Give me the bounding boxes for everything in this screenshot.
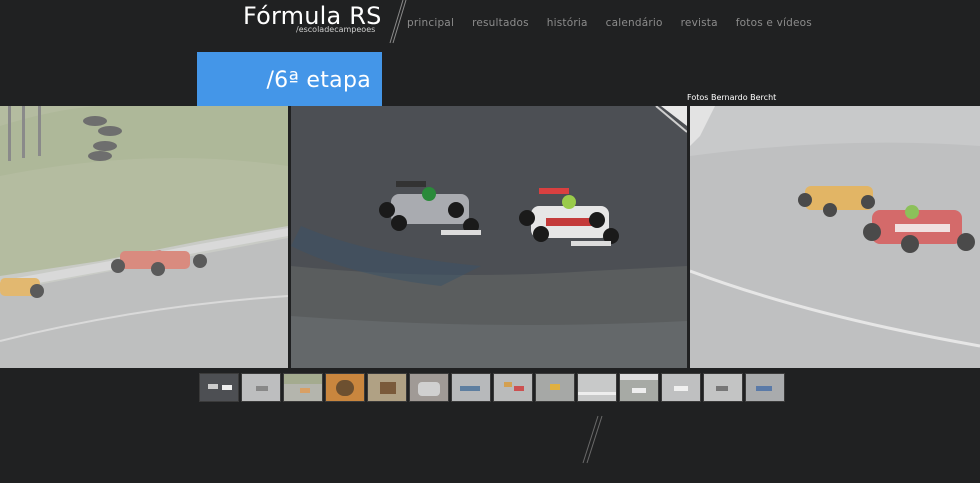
thumbnail[interactable] — [325, 373, 365, 402]
prev-yellow-car — [0, 278, 44, 298]
gallery-next-slide[interactable] — [690, 106, 980, 368]
footer-divider — [582, 415, 603, 464]
thumbnail[interactable] — [451, 373, 491, 402]
next-slide-photo — [690, 106, 980, 368]
page-title-box: /6ª etapa — [197, 52, 382, 106]
gallery-main-slide[interactable] — [291, 106, 687, 368]
nav-revista[interactable]: revista — [681, 17, 718, 29]
thumbnail[interactable] — [619, 373, 659, 402]
thumbnail[interactable] — [409, 373, 449, 402]
thumbnail[interactable] — [283, 373, 323, 402]
main-slide-photo — [291, 106, 687, 368]
nav-principal[interactable]: principal — [407, 17, 454, 29]
nav-resultados[interactable]: resultados — [472, 17, 529, 29]
prev-slide-photo — [0, 106, 288, 368]
page-title: /6ª etapa — [266, 68, 371, 93]
thumbnail-strip — [199, 373, 785, 402]
thumbnail[interactable] — [493, 373, 533, 402]
nav-calendario[interactable]: calendário — [606, 17, 663, 29]
thumbnail[interactable] — [535, 373, 575, 402]
photo-credit: Fotos Bernardo Bercht — [687, 93, 777, 102]
thumbnail[interactable] — [367, 373, 407, 402]
nav-historia[interactable]: história — [547, 17, 588, 29]
thumbnail[interactable] — [577, 373, 617, 402]
gallery-prev-slide[interactable] — [0, 106, 288, 368]
thumbnail[interactable] — [745, 373, 785, 402]
thumbnail[interactable] — [703, 373, 743, 402]
header-divider — [389, 0, 407, 44]
thumbnail[interactable] — [661, 373, 701, 402]
thumbnail[interactable] — [199, 373, 239, 402]
nav-fotos-videos[interactable]: fotos e vídeos — [736, 17, 812, 29]
thumbnail[interactable] — [241, 373, 281, 402]
logo-subtitle: /escoladecampeoes — [296, 25, 376, 34]
main-nav: principal resultados história calendário… — [407, 17, 830, 29]
